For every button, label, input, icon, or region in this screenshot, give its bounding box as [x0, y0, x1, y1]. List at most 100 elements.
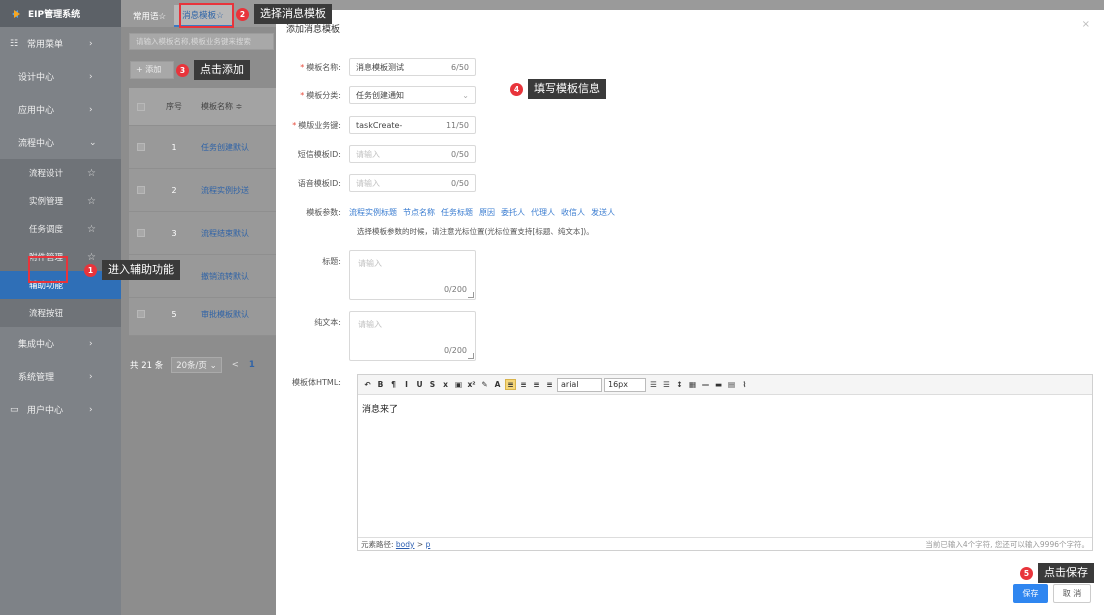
logo-icon — [8, 9, 22, 19]
param-link[interactable]: 原因 — [479, 207, 495, 218]
table-icon[interactable]: ▦ — [687, 380, 698, 389]
table-row[interactable]: 5 审批模板默认 — [129, 293, 277, 336]
voice-id-input[interactable]: 请输入 0/50 — [349, 174, 476, 192]
row-checkbox[interactable] — [137, 229, 145, 237]
table-row[interactable]: 3 流程结束默认 — [129, 212, 277, 255]
param-link[interactable]: 发送人 — [591, 207, 615, 218]
field-voice-id: 语音模板ID: 请输入 0/50 — [276, 174, 476, 192]
align-right-icon[interactable]: ≡ — [531, 380, 542, 389]
callout-5: 5 点击保存 — [1020, 563, 1094, 583]
media-icon[interactable]: ▤ — [726, 380, 737, 389]
font-family-select[interactable]: arial — [557, 377, 602, 392]
brush-icon[interactable]: ✎ — [479, 380, 490, 389]
path-p-link[interactable]: p — [426, 540, 431, 549]
bold-icon[interactable]: B — [375, 380, 386, 389]
star-icon[interactable]: ☆ — [87, 224, 96, 235]
template-category-select[interactable]: 任务创建通知 ⌄ — [349, 86, 476, 104]
sidebar: EIP管理系统 ☷ 常用菜单 › 设计中心 › 应用中心 › 流程中心 ⌄ 流程… — [0, 0, 121, 615]
cancel-button[interactable]: 取 消 — [1053, 584, 1091, 603]
format-icon[interactable]: ¶ — [388, 380, 399, 389]
app-header: EIP管理系统 — [0, 0, 121, 27]
underline-icon[interactable]: U — [414, 380, 425, 389]
prev-page-button[interactable]: < — [232, 360, 239, 370]
param-link[interactable]: 任务标题 — [441, 207, 473, 218]
row-checkbox[interactable] — [137, 143, 145, 151]
star-icon[interactable]: ☆ — [87, 196, 96, 207]
sms-id-input[interactable]: 请输入 0/50 — [349, 145, 476, 163]
align-left-icon[interactable]: ≡ — [505, 379, 516, 390]
callout-4: 4 填写模板信息 — [510, 79, 606, 99]
italic-icon[interactable]: I — [401, 380, 412, 389]
table-header: 序号 模板名称 ≑ — [129, 88, 277, 126]
template-name-input[interactable]: 消息模板测试 6/50 — [349, 58, 476, 76]
page-size-select[interactable]: 20条/页 ⌄ — [171, 357, 222, 373]
resize-handle[interactable] — [468, 292, 474, 298]
sidebar-sub-process-button[interactable]: 流程按钮 — [0, 299, 121, 327]
sidebar-item-integration[interactable]: 集成中心 › — [0, 327, 121, 360]
param-link[interactable]: 收信人 — [561, 207, 585, 218]
attachment-icon[interactable]: ⌇ — [739, 380, 750, 389]
font-color-icon[interactable]: A — [492, 380, 503, 389]
list-bullet-icon[interactable]: ☰ — [661, 380, 672, 389]
sidebar-item-design-center[interactable]: 设计中心 › — [0, 60, 121, 93]
sidebar-item-common-menu[interactable]: ☷ 常用菜单 › — [0, 27, 121, 60]
chevron-right-icon: › — [89, 404, 93, 415]
chevron-right-icon: › — [89, 371, 93, 382]
plain-text-textarea[interactable]: 请输入 0/200 — [349, 311, 476, 361]
resize-handle[interactable] — [468, 353, 474, 359]
sidebar-item-app-center[interactable]: 应用中心 › — [0, 93, 121, 126]
align-justify-icon[interactable]: ≡ — [544, 380, 555, 389]
add-button[interactable]: + 添加 — [130, 61, 174, 79]
table-row[interactable]: 1 任务创建默认 — [129, 126, 277, 169]
html-editor[interactable]: ↶ B ¶ I U S x ▣ x² ✎ A ≡ ≡ ≡ ≡ arial 16p… — [357, 374, 1093, 551]
field-template-category: * 模板分类: 任务创建通知 ⌄ — [276, 86, 476, 104]
sidebar-sub-task-schedule[interactable]: 任务调度 ☆ — [0, 215, 121, 243]
sidebar-item-user-center[interactable]: ▭ 用户中心 › — [0, 393, 121, 426]
font-size-select[interactable]: 16px — [604, 377, 646, 392]
param-link[interactable]: 代理人 — [531, 207, 555, 218]
search-input[interactable]: 请输入模板名称,模板业务键来搜索 — [129, 33, 274, 50]
chevron-down-icon: ⌄ — [89, 137, 97, 148]
param-link[interactable]: 流程实例标题 — [349, 207, 397, 218]
subscript-icon[interactable]: x — [440, 380, 451, 389]
image-icon[interactable]: ▬ — [713, 380, 724, 389]
border-icon[interactable]: ▣ — [453, 380, 464, 389]
title-textarea[interactable]: 请输入 0/200 — [349, 250, 476, 300]
chevron-right-icon: › — [89, 338, 93, 349]
undo-icon[interactable]: ↶ — [362, 380, 373, 389]
superscript-icon[interactable]: x² — [466, 380, 477, 389]
template-table: 序号 模板名称 ≑ 1 任务创建默认 2 流程实例抄送 3 流程结束默认 4 撤… — [129, 88, 277, 336]
list-ordered-icon[interactable]: ☰ — [648, 380, 659, 389]
callout-2: 2 选择消息模板 — [236, 4, 332, 24]
field-plain-text: 纯文本: 请输入 0/200 — [276, 311, 476, 361]
editor-toolbar: ↶ B ¶ I U S x ▣ x² ✎ A ≡ ≡ ≡ ≡ arial 16p… — [358, 375, 1092, 395]
param-link[interactable]: 节点名称 — [403, 207, 435, 218]
sidebar-item-system[interactable]: 系统管理 › — [0, 360, 121, 393]
sidebar-item-process-center[interactable]: 流程中心 ⌄ — [0, 126, 121, 159]
callout-1: 1 进入辅助功能 — [84, 260, 180, 280]
param-link[interactable]: 委托人 — [501, 207, 525, 218]
page-number[interactable]: 1 — [249, 360, 255, 370]
align-center-icon[interactable]: ≡ — [518, 380, 529, 389]
row-checkbox[interactable] — [137, 310, 145, 318]
strikethrough-icon[interactable]: S — [427, 380, 438, 389]
hr-icon[interactable]: — — [700, 380, 711, 389]
highlight-tab-box — [179, 3, 234, 28]
editor-content[interactable]: 消息来了 — [362, 402, 398, 415]
field-template-params: 模板参数: 流程实例标题 节点名称 任务标题 原因 委托人 代理人 收信人 发送… — [306, 207, 615, 218]
sidebar-sub-instance-manage[interactable]: 实例管理 ☆ — [0, 187, 121, 215]
sidebar-sub-process-design[interactable]: 流程设计 ☆ — [0, 159, 121, 187]
select-all-checkbox[interactable] — [137, 102, 145, 111]
close-icon[interactable]: × — [1082, 19, 1090, 30]
table-row[interactable]: 2 流程实例抄送 — [129, 169, 277, 212]
star-icon[interactable]: ☆ — [87, 168, 96, 179]
path-body-link[interactable]: body — [396, 540, 415, 549]
tab-common-phrases[interactable]: 常用语☆ — [125, 5, 174, 27]
field-template-name: * 模板名称: 消息模板测试 6/50 — [276, 58, 476, 76]
template-key-input[interactable]: taskCreate- 11/50 — [349, 116, 476, 134]
callout-3: 3 点击添加 — [176, 60, 250, 80]
save-button[interactable]: 保存 — [1013, 584, 1048, 603]
field-template-key: * 模版业务键: taskCreate- 11/50 — [276, 116, 476, 134]
row-checkbox[interactable] — [137, 186, 145, 194]
line-height-icon[interactable]: ↕ — [674, 380, 685, 389]
